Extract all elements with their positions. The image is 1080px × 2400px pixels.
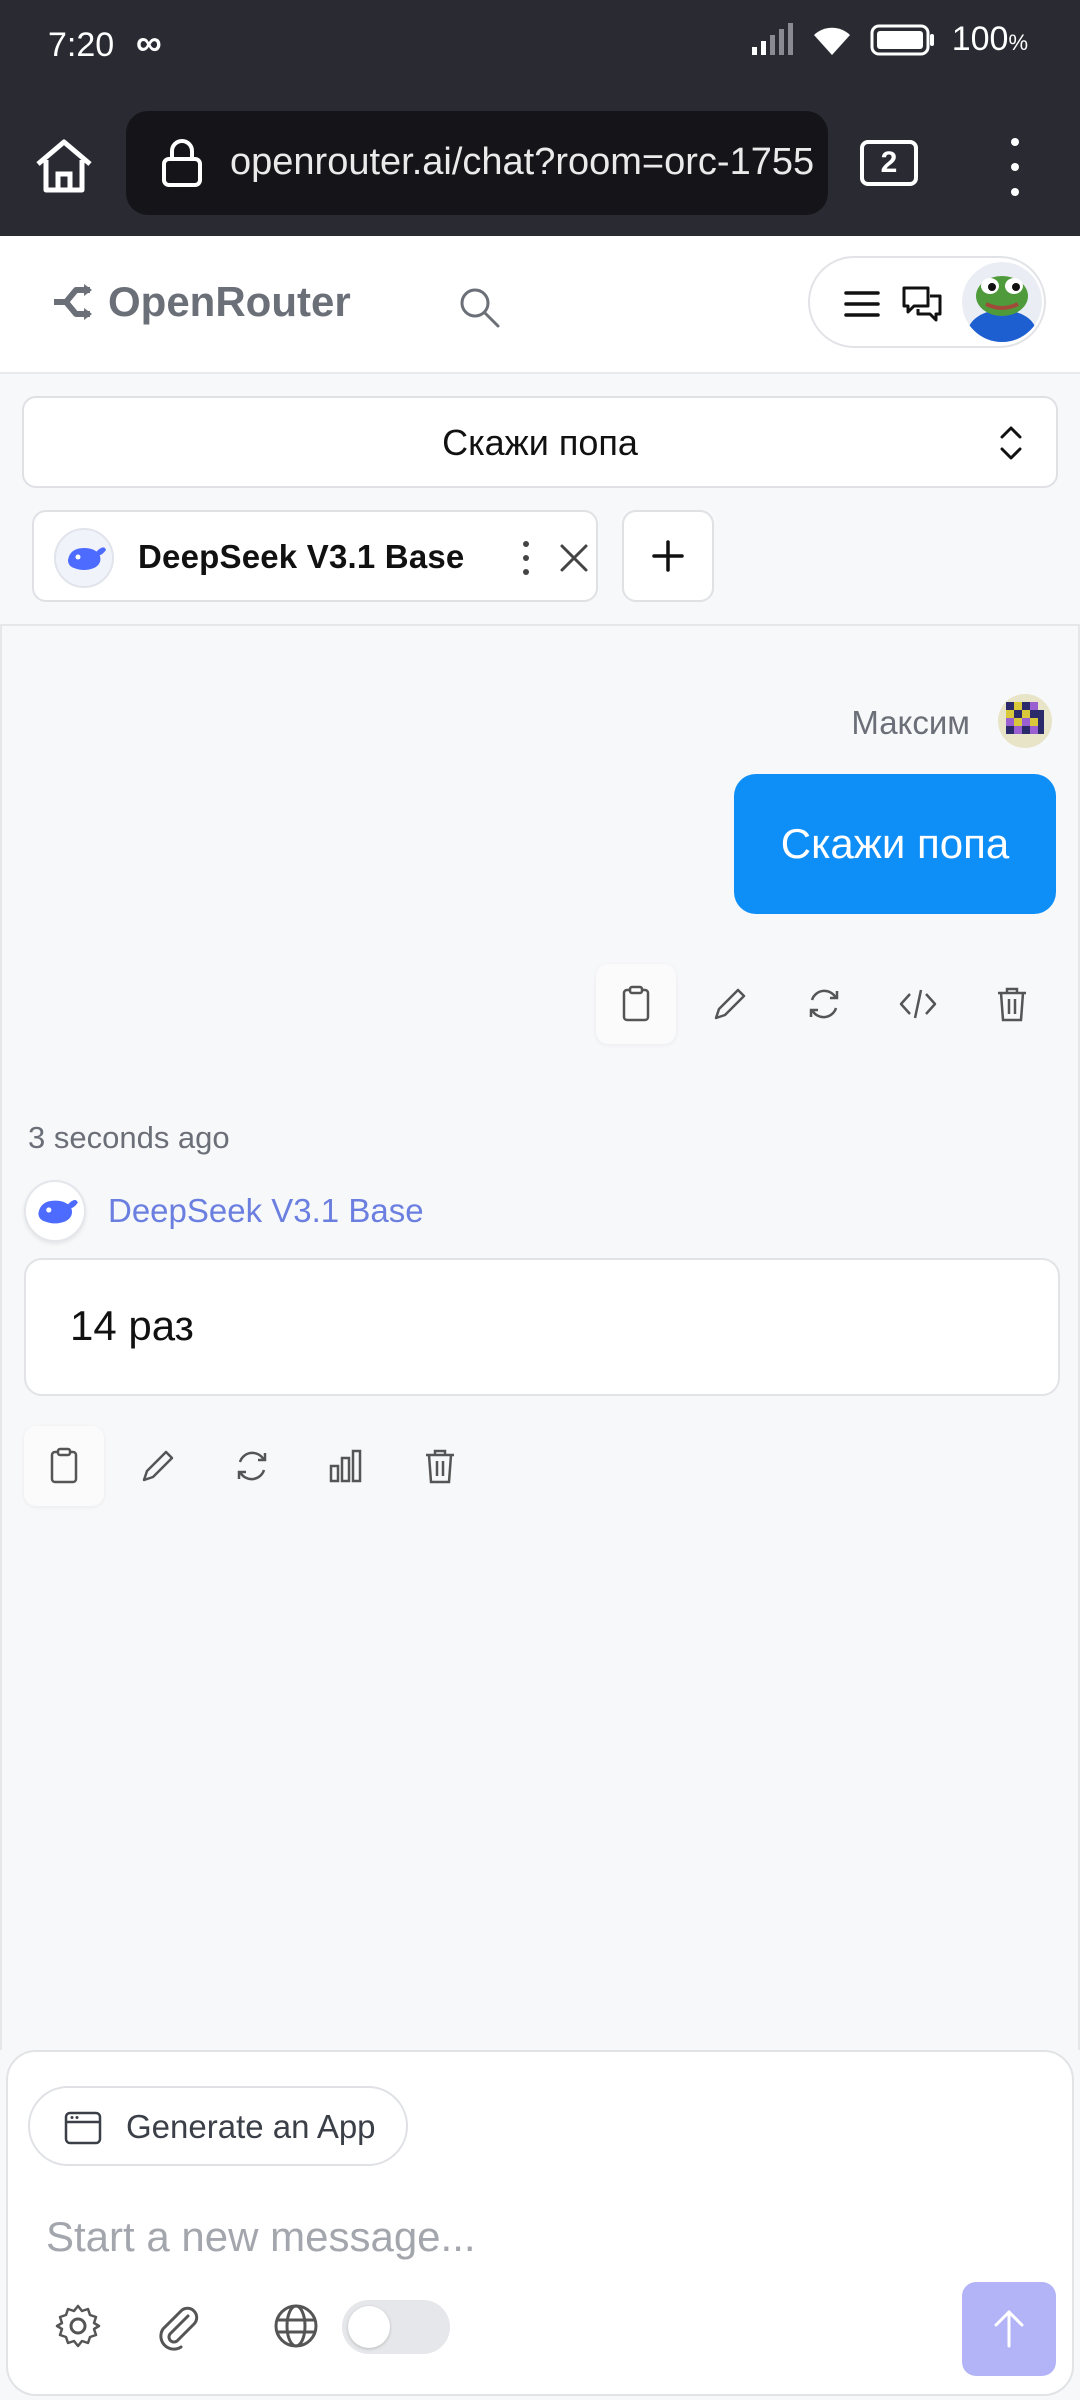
conversation-title: Скажи попа: [442, 422, 638, 463]
clipboard-icon: [50, 1447, 78, 1484]
tab-switcher-button[interactable]: 2: [860, 140, 918, 186]
copy-button[interactable]: [24, 1426, 104, 1506]
user-message-avatar: [998, 694, 1052, 748]
message-input[interactable]: [46, 2202, 1026, 2272]
user-message-actions: [596, 964, 1052, 1044]
battery-icon: [870, 24, 934, 55]
openrouter-logo-icon: [54, 284, 92, 320]
regenerate-button[interactable]: [212, 1426, 292, 1506]
trash-icon: [998, 987, 1026, 1022]
deepseek-logo-icon: [24, 1180, 86, 1242]
logo[interactable]: OpenRouter: [50, 278, 351, 326]
brand-name: OpenRouter: [108, 278, 351, 325]
message-timestamp: 3 seconds ago: [28, 1120, 230, 1155]
chat-area: Максим Скажи попа 3 seconds ago DeepSeek…: [0, 624, 1080, 2050]
delete-button[interactable]: [400, 1426, 480, 1506]
bar-chart-icon: [329, 1449, 362, 1483]
clipboard-icon: [622, 985, 650, 1022]
more-options-icon[interactable]: [1000, 132, 1030, 202]
edit-button[interactable]: [690, 964, 770, 1044]
user-message-bubble: Скажи попа: [734, 774, 1056, 914]
regenerate-button[interactable]: [784, 964, 864, 1044]
close-icon[interactable]: [556, 540, 592, 576]
stats-button[interactable]: [306, 1426, 386, 1506]
plus-icon: [652, 540, 684, 572]
bot-model-name[interactable]: DeepSeek V3.1 Base: [108, 1192, 424, 1230]
url-text: openrouter.ai/chat?room=orc-1755: [230, 141, 815, 183]
bot-message-bubble: 14 раз: [24, 1258, 1060, 1396]
menu-icon[interactable]: [842, 284, 882, 324]
signal-icon: [751, 22, 793, 55]
generate-app-button[interactable]: Generate an App: [28, 2086, 408, 2166]
status-indicators: 100%: [750, 20, 1028, 59]
attachment-icon[interactable]: [152, 2300, 204, 2352]
generate-app-label: Generate an App: [126, 2108, 376, 2145]
wifi-icon: [813, 27, 850, 55]
deepseek-logo-icon: [54, 528, 114, 588]
model-chip[interactable]: DeepSeek V3.1 Base: [32, 510, 598, 602]
app-header: OpenRouter: [0, 236, 1080, 374]
model-options-icon[interactable]: [514, 536, 538, 580]
bot-message-text: 14 раз: [70, 1302, 194, 1349]
search-icon[interactable]: [456, 284, 502, 330]
copy-button[interactable]: [596, 964, 676, 1044]
browser-window-icon: [64, 2111, 102, 2145]
chevron-up-down-icon: [1000, 426, 1022, 460]
user-avatar[interactable]: [962, 262, 1042, 342]
code-icon: [899, 989, 937, 1019]
home-icon[interactable]: [28, 130, 100, 202]
battery-level: 100%: [951, 20, 1028, 58]
send-button[interactable]: [962, 2282, 1056, 2376]
lock-icon: [162, 139, 202, 187]
model-chip-label: DeepSeek V3.1 Base: [138, 538, 465, 575]
globe-icon[interactable]: [270, 2300, 322, 2352]
add-model-button[interactable]: [622, 510, 714, 602]
refresh-icon: [237, 1451, 267, 1481]
bot-message-actions: [24, 1426, 480, 1506]
view-code-button[interactable]: [878, 964, 958, 1044]
chat-icon[interactable]: [900, 282, 944, 326]
settings-icon[interactable]: [52, 2300, 104, 2352]
status-bar: 7:20 ∞ 100%: [0, 0, 1080, 96]
address-bar[interactable]: openrouter.ai/chat?room=orc-1755: [126, 111, 828, 215]
header-actions: [808, 256, 1046, 348]
pencil-icon: [714, 988, 746, 1020]
edit-button[interactable]: [118, 1426, 198, 1506]
conversation-title-select[interactable]: Скажи попа: [22, 396, 1058, 488]
browser-toolbar: openrouter.ai/chat?room=orc-1755 2: [0, 96, 1080, 236]
refresh-icon: [809, 989, 839, 1019]
pencil-icon: [142, 1450, 174, 1482]
user-name: Максим: [851, 704, 970, 741]
toggle-knob: [348, 2306, 390, 2348]
status-time: 7:20: [48, 26, 115, 64]
trash-icon: [426, 1449, 454, 1484]
delete-button[interactable]: [972, 964, 1052, 1044]
infinity-icon: ∞: [136, 22, 162, 63]
web-search-toggle[interactable]: [342, 2300, 450, 2354]
message-composer: Generate an App: [6, 2050, 1074, 2396]
arrow-up-icon: [994, 2310, 1024, 2348]
